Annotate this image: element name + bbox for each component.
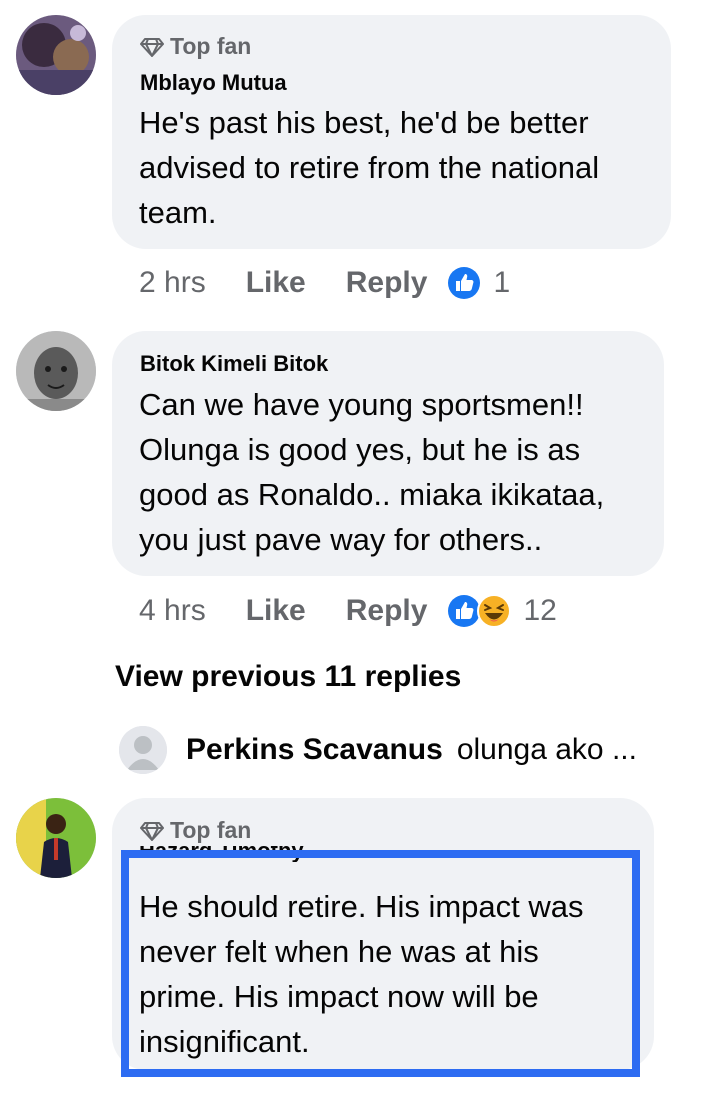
comment-timestamp[interactable]: 2 hrs: [139, 266, 206, 300]
comment-text: Can we have young sportsmen!! Olunga is …: [139, 387, 605, 557]
comment-actions: 2 hrs Like Reply 1: [139, 266, 510, 300]
reply-button[interactable]: Reply: [346, 266, 428, 300]
comment-text: He should retire. His impact was never f…: [139, 889, 584, 1059]
top-fan-label: Top fan: [170, 33, 252, 59]
avatar-image: [16, 331, 96, 411]
avatar-image: [16, 798, 96, 878]
comment-timestamp[interactable]: 4 hrs: [139, 594, 206, 628]
comment-author[interactable]: Hazard Timothy: [139, 846, 304, 862]
top-fan-badge: Top fan: [140, 33, 251, 60]
avatar[interactable]: [16, 331, 96, 411]
reactions[interactable]: [447, 266, 481, 300]
avatar-image: [16, 15, 96, 95]
comment-actions: 4 hrs Like Reply 12: [139, 594, 557, 628]
reply-button[interactable]: Reply: [346, 594, 428, 628]
like-button[interactable]: Like: [246, 594, 306, 628]
comment-author[interactable]: Mblayo Mutua: [140, 70, 287, 96]
avatar[interactable]: [119, 726, 167, 774]
like-icon: [448, 595, 481, 627]
comment-text: He's past his best, he'd be better advis…: [139, 105, 600, 230]
comment-author[interactable]: Bitok Kimeli Bitok: [140, 351, 328, 377]
reply-author[interactable]: Perkins Scavanus: [186, 733, 443, 767]
reply-preview[interactable]: Perkins Scavanus olunga ako ...: [119, 726, 637, 774]
reply-snippet: olunga ako ...: [456, 733, 637, 766]
diamond-icon: [140, 821, 164, 841]
reaction-count[interactable]: 12: [523, 594, 556, 628]
reactions[interactable]: [447, 594, 512, 628]
avatar[interactable]: [16, 798, 96, 878]
top-fan-badge: Top fan: [140, 817, 251, 844]
diamond-icon: [140, 37, 164, 57]
reaction-count[interactable]: 1: [493, 266, 510, 300]
avatar[interactable]: [16, 15, 96, 95]
default-user-icon: [119, 726, 167, 774]
top-fan-label: Top fan: [170, 817, 252, 843]
comment-author-name: Hazard Timothy: [139, 846, 304, 862]
haha-icon: [477, 594, 512, 628]
view-previous-replies-link[interactable]: View previous 11 replies: [115, 660, 461, 694]
like-button[interactable]: Like: [246, 266, 306, 300]
like-icon: [448, 267, 481, 299]
